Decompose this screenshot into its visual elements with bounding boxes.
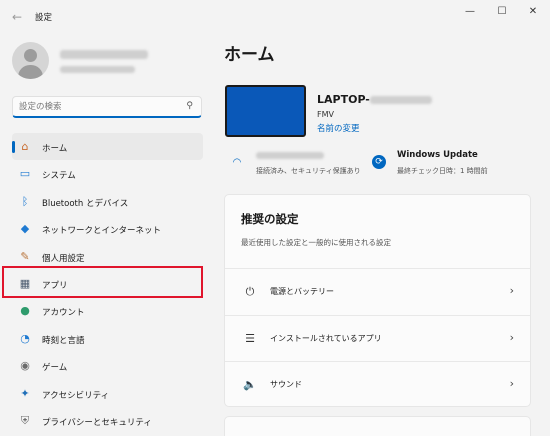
- sidebar-item-label: 個人用設定: [42, 253, 85, 264]
- settings-search[interactable]: ⚲: [12, 96, 202, 118]
- device-name-redacted: [369, 96, 432, 104]
- row-installed-apps[interactable]: ☰ インストールされているアプリ ›: [225, 315, 530, 361]
- gamepad-icon: ◉: [20, 359, 30, 373]
- sync-icon[interactable]: ⟳: [372, 155, 386, 169]
- shield-icon: ⛨: [20, 413, 30, 427]
- windows-update-title[interactable]: Windows Update: [397, 150, 478, 160]
- chevron-right-icon: ›: [509, 331, 514, 344]
- sidebar-item-privacy[interactable]: ⛨ プライバシーとセキュリティ: [12, 407, 203, 434]
- network-status: 接続済み、セキュリティ保護あり: [256, 167, 361, 175]
- avatar-body: [18, 65, 43, 79]
- sidebar-item-bluetooth[interactable]: ᛒ Bluetooth とデバイス: [12, 188, 203, 215]
- account-icon: ●: [20, 304, 30, 318]
- sidebar-item-time-language[interactable]: ◔ 時刻と言語: [12, 325, 203, 352]
- app-list-icon: ☰: [245, 332, 255, 345]
- network-name-redacted: [256, 152, 324, 159]
- search-input[interactable]: [19, 100, 179, 114]
- page-title: ホーム: [224, 45, 275, 65]
- sidebar-item-home[interactable]: ⌂ ホーム: [12, 133, 203, 161]
- maximize-button[interactable]: ☐: [488, 4, 516, 20]
- user-name-redacted: [60, 50, 148, 59]
- device-name-text: LAPTOP-: [317, 93, 370, 106]
- sidebar-item-label: アカウント: [42, 308, 85, 319]
- app-title: 設定: [35, 13, 53, 23]
- search-icon[interactable]: ⚲: [186, 101, 193, 111]
- sidebar-item-accounts[interactable]: ● アカウント: [12, 297, 203, 324]
- recommended-settings-card: 推奨の設定 最近使用した設定と一般的に使用される設定 ⏻ 電源とバッテリー › …: [224, 194, 531, 407]
- sidebar-item-accessibility[interactable]: ✦ アクセシビリティ: [12, 380, 203, 407]
- bluetooth-icon: ᛒ: [21, 194, 29, 208]
- title-bar: ← 設定 — ☐ ✕: [0, 0, 550, 34]
- device-maker: FMV: [317, 110, 334, 119]
- sidebar-item-gaming[interactable]: ◉ ゲーム: [12, 352, 203, 379]
- windows-update-last-checked: 最終チェック日時：1 時間前: [397, 167, 488, 175]
- chevron-right-icon: ›: [509, 284, 514, 297]
- clock-globe-icon: ◔: [20, 331, 30, 345]
- wifi-icon[interactable]: ◠: [230, 156, 244, 170]
- row-sound[interactable]: 🔈 サウンド ›: [225, 361, 530, 407]
- sidebar-item-label: ゲーム: [42, 363, 68, 374]
- card-title: 推奨の設定: [241, 212, 299, 226]
- home-icon: ⌂: [21, 140, 29, 153]
- sidebar-item-label: ネットワークとインターネット: [42, 226, 162, 237]
- minimize-button[interactable]: —: [456, 4, 484, 20]
- user-email-redacted: [60, 66, 135, 73]
- power-icon: ⏻: [245, 285, 255, 298]
- row-power-battery[interactable]: ⏻ 電源とバッテリー ›: [225, 268, 530, 314]
- sidebar-item-network[interactable]: ◆ ネットワークとインターネット: [12, 215, 203, 242]
- device-image: [225, 85, 306, 137]
- sidebar-item-system[interactable]: ▭ システム: [12, 160, 203, 187]
- rename-link[interactable]: 名前の変更: [317, 122, 360, 134]
- sidebar-item-label: システム: [42, 171, 76, 182]
- next-card: [224, 416, 531, 436]
- avatar-head: [24, 49, 37, 62]
- wifi-icon: ◆: [20, 222, 30, 236]
- monitor-icon: ▭: [19, 167, 31, 181]
- accessibility-icon: ✦: [20, 386, 30, 400]
- back-arrow-icon[interactable]: ←: [10, 10, 24, 24]
- speaker-icon: 🔈: [243, 378, 257, 391]
- apps-highlight-box: [2, 266, 203, 298]
- card-subtitle: 最近使用した設定と一般的に使用される設定: [241, 238, 391, 247]
- sidebar-item-label: アクセシビリティ: [42, 390, 110, 401]
- row-label: サウンド: [270, 380, 302, 389]
- chevron-right-icon: ›: [509, 377, 514, 390]
- sidebar-item-label: Bluetooth とデバイス: [42, 198, 129, 209]
- close-button[interactable]: ✕: [519, 4, 547, 20]
- brush-icon: ✎: [20, 249, 30, 263]
- sidebar-item-label: ホーム: [42, 144, 68, 154]
- row-label: 電源とバッテリー: [270, 287, 334, 296]
- sidebar-item-label: 時刻と言語: [42, 335, 85, 346]
- device-name: LAPTOP-: [317, 93, 432, 106]
- user-avatar[interactable]: [12, 42, 49, 79]
- sidebar-item-label: プライバシーとセキュリティ: [42, 417, 152, 428]
- row-label: インストールされているアプリ: [270, 334, 382, 343]
